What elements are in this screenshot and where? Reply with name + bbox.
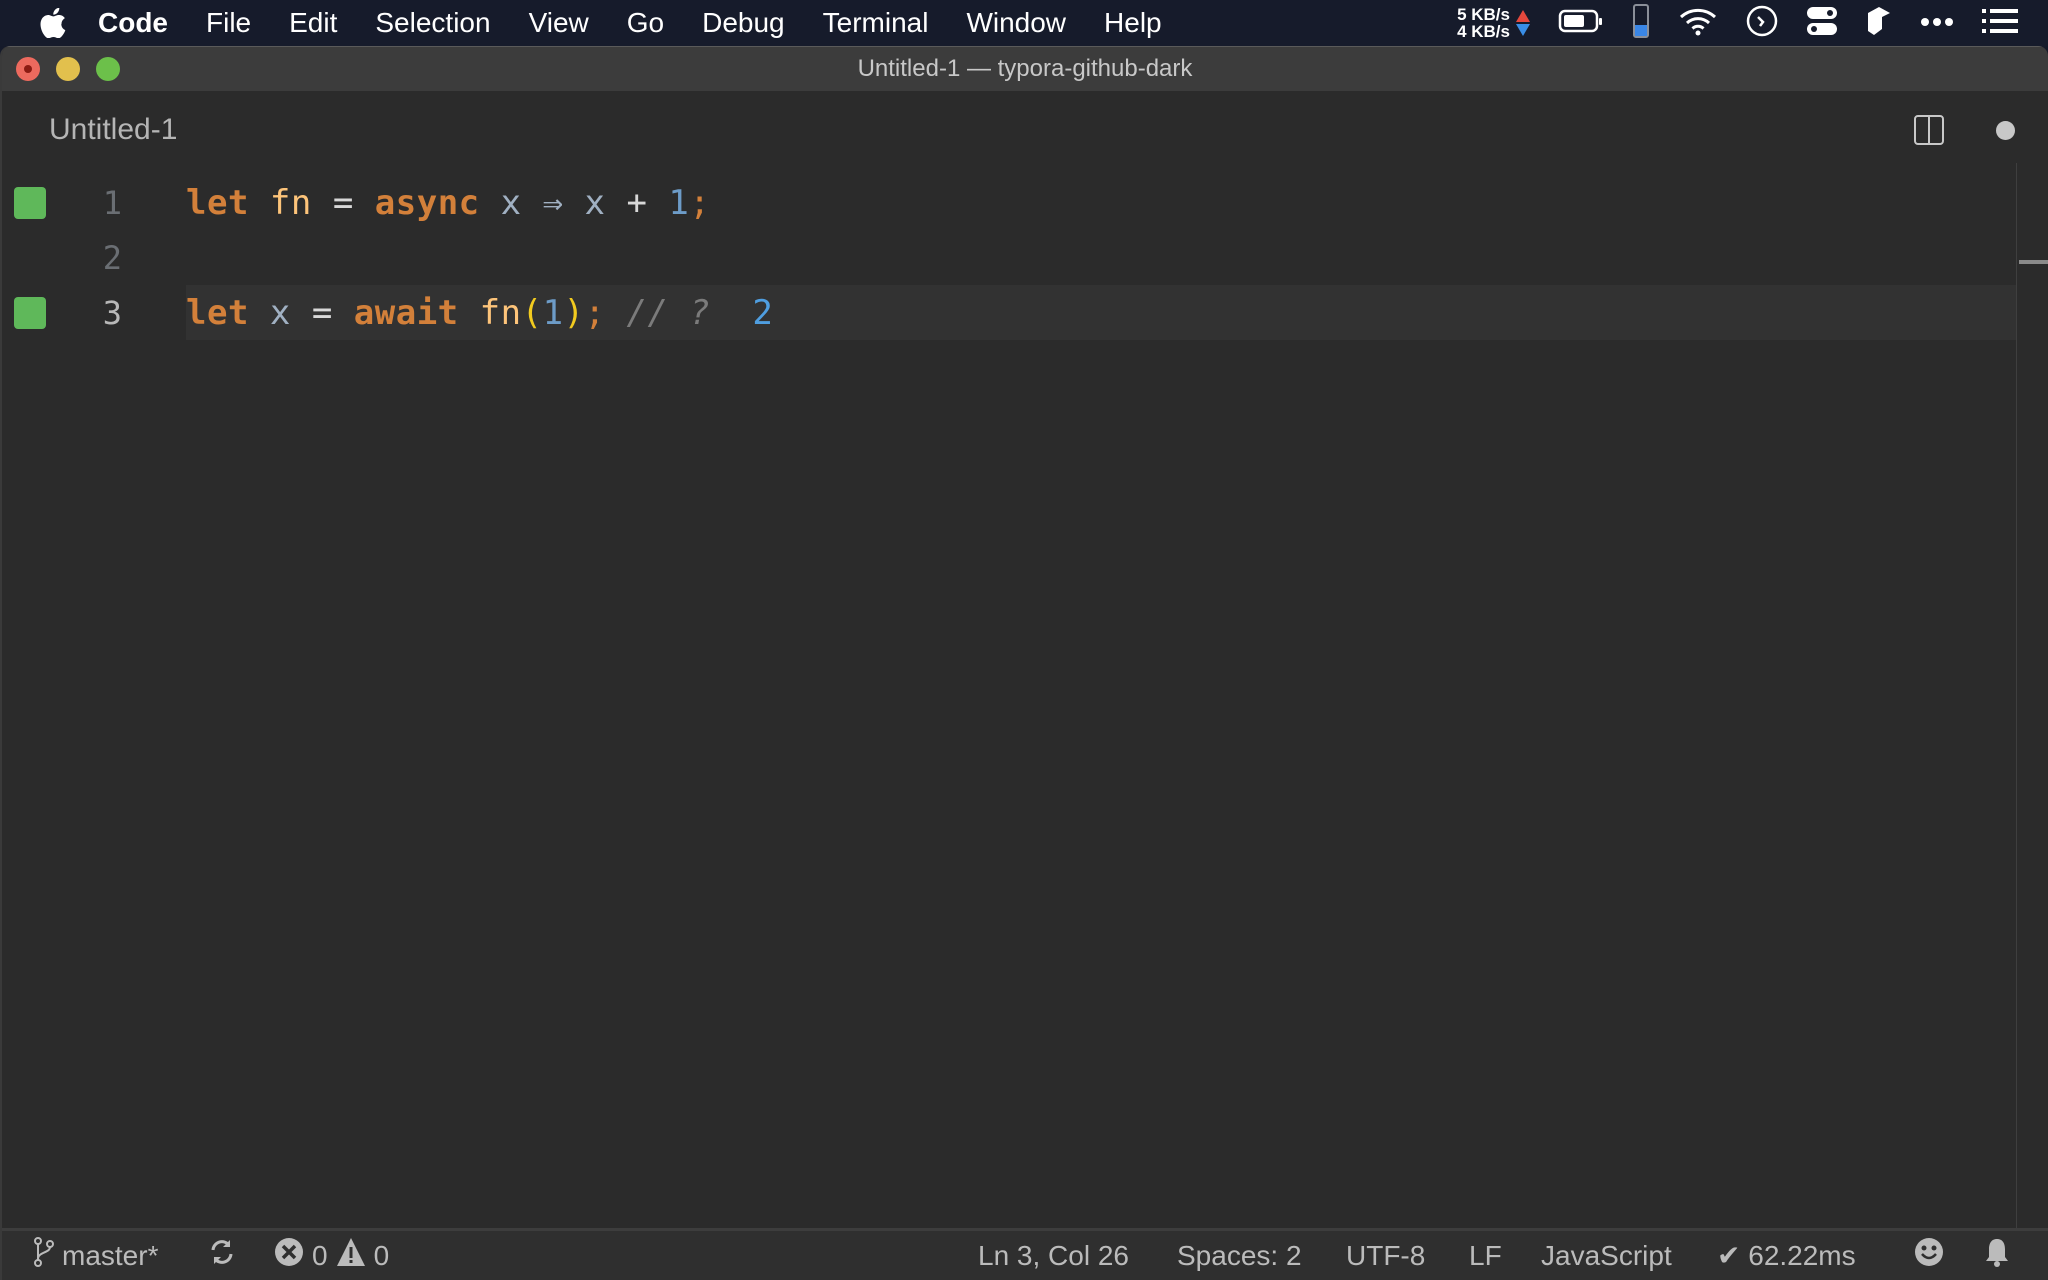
menu-debug[interactable]: Debug (702, 7, 785, 39)
download-arrow-icon (1516, 24, 1530, 36)
menu-selection[interactable]: Selection (375, 7, 490, 39)
code-token: = (311, 182, 375, 223)
menu-code[interactable]: Code (98, 7, 168, 39)
quokka-timing-status[interactable]: ✔ 62.22ms (1717, 1239, 1856, 1272)
title-bar: Untitled-1 — typora-github-dark (2, 46, 2048, 91)
indentation-label: Spaces: 2 (1177, 1239, 1302, 1271)
branch-name: master* (62, 1239, 159, 1271)
code-token: x (563, 182, 627, 223)
language-mode-selector[interactable]: JavaScript (1541, 1240, 1672, 1272)
warning-count: 0 (373, 1239, 390, 1271)
eol-selector[interactable]: LF (1469, 1240, 1502, 1272)
code-line[interactable]: 1 let fn = async x ⇒ x + 1; (2, 175, 2012, 230)
control-toggle-icon[interactable] (1806, 5, 1838, 42)
line-code: let fn = async x ⇒ x + 1; (186, 183, 710, 223)
line-number: 1 (102, 183, 122, 222)
code-token: 1 (668, 182, 690, 223)
menu-view[interactable]: View (529, 7, 589, 39)
clock-icon[interactable] (1746, 5, 1778, 42)
split-editor-icon[interactable] (1914, 115, 1944, 145)
code-line[interactable]: 2 (2, 230, 2012, 285)
code-token: await (353, 292, 459, 333)
code-line-current[interactable]: 3 let x = await fn(1); // ? 2 (2, 285, 2016, 340)
code-token: ) (563, 292, 585, 333)
battery-icon[interactable] (1558, 8, 1604, 39)
editor-tab-bar: Untitled-1 (2, 91, 2048, 163)
tab-untitled-1[interactable]: Untitled-1 (49, 113, 177, 147)
git-branch-status[interactable]: master* (34, 1237, 158, 1274)
sync-icon (208, 1238, 236, 1273)
overview-ruler-scrollbar[interactable] (2016, 163, 2048, 1233)
maximize-window-button[interactable] (96, 57, 120, 81)
code-token: 2 (710, 292, 774, 333)
cursor-position[interactable]: Ln 3, Col 26 (978, 1240, 1129, 1272)
error-icon (274, 1237, 304, 1274)
window-title: Untitled-1 — typora-github-dark (857, 55, 1193, 82)
cursor-position-marker (2019, 260, 2048, 264)
line-number: 2 (102, 238, 122, 277)
upload-rate: 5 KB/s (1457, 5, 1510, 24)
encoding-label: UTF-8 (1346, 1239, 1426, 1271)
vscode-window: Untitled-1 — typora-github-dark Untitled… (0, 46, 2048, 1280)
code-token: ⇒ (542, 182, 564, 223)
modified-gutter-marker (14, 296, 46, 329)
code-token: let (186, 182, 249, 223)
notification-list-icon[interactable] (1982, 8, 2018, 39)
code-token: // ? (605, 292, 711, 333)
macos-menubar: Code File Edit Selection View Go Debug T… (0, 0, 2048, 46)
code-token: ; (584, 292, 606, 333)
error-count: 0 (312, 1239, 328, 1271)
menu-file[interactable]: File (206, 7, 251, 39)
git-branch-icon (34, 1237, 54, 1274)
line-code: let x = await fn(1); // ? 2 (186, 293, 773, 333)
sync-button[interactable] (208, 1238, 236, 1273)
unsaved-indicator-icon[interactable] (1996, 121, 2015, 140)
menu-window[interactable]: Window (966, 7, 1066, 39)
problems-status[interactable]: 0 0 (274, 1237, 389, 1274)
box-app-icon[interactable] (1866, 5, 1892, 42)
window-controls (16, 57, 120, 81)
code-token: ( (521, 292, 543, 333)
status-bar: master* 0 0 Ln 3, Col 26 Spaces: 2 UTF-8 (2, 1228, 2048, 1280)
code-token: fn (269, 182, 312, 223)
encoding-selector[interactable]: UTF-8 (1346, 1240, 1425, 1272)
apple-menu-icon[interactable] (40, 8, 70, 38)
code-token: let (186, 292, 249, 333)
wifi-icon[interactable] (1678, 6, 1718, 41)
code-token: fn (458, 292, 522, 333)
close-window-button[interactable] (16, 57, 40, 81)
eol-label: LF (1469, 1239, 1502, 1271)
cursor-position-label: Ln 3, Col 26 (978, 1239, 1129, 1271)
modified-gutter-marker (14, 186, 46, 219)
download-rate: 4 KB/s (1457, 22, 1510, 41)
menu-terminal[interactable]: Terminal (823, 7, 929, 39)
phone-battery-icon[interactable] (1632, 3, 1650, 44)
warning-icon (336, 1237, 366, 1274)
menu-go[interactable]: Go (627, 7, 664, 39)
code-token: x (248, 292, 291, 333)
smiley-icon (1914, 1237, 1944, 1274)
code-token: 1 (542, 292, 564, 333)
notifications-button[interactable] (1984, 1237, 2010, 1274)
more-icon[interactable] (1920, 14, 1954, 32)
minimize-window-button[interactable] (56, 57, 80, 81)
line-number: 3 (102, 293, 122, 332)
indentation-selector[interactable]: Spaces: 2 (1177, 1240, 1302, 1272)
network-speed[interactable]: 5 KB/s 4 KB/s (1457, 6, 1530, 40)
menu-help[interactable]: Help (1104, 7, 1162, 39)
language-label: JavaScript (1541, 1239, 1672, 1271)
menu-edit[interactable]: Edit (289, 7, 337, 39)
upload-arrow-icon (1516, 10, 1530, 22)
timing-label: ✔ 62.22ms (1717, 1240, 1856, 1271)
feedback-button[interactable] (1914, 1237, 1944, 1274)
code-token: async (374, 182, 480, 223)
code-token: ; (689, 182, 711, 223)
code-editor[interactable]: 1 let fn = async x ⇒ x + 1; 2 3 let x = … (2, 163, 2048, 1233)
code-token: x (479, 182, 543, 223)
code-token: = (290, 292, 354, 333)
menubar-status-area: 5 KB/s 4 KB/s (1457, 0, 2018, 46)
bell-icon (1984, 1237, 2010, 1274)
code-token: + (626, 182, 669, 223)
